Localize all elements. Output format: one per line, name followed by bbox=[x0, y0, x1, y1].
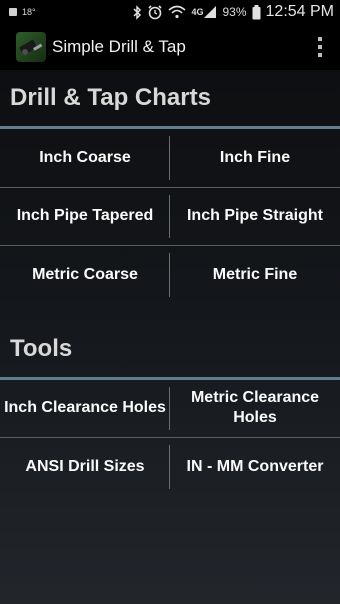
ansi-drill-sizes-button[interactable]: ANSI Drill Sizes bbox=[0, 438, 170, 496]
inch-clearance-holes-button[interactable]: Inch Clearance Holes bbox=[0, 380, 170, 438]
signal-icon: 4G bbox=[191, 4, 217, 20]
status-right: 4G 93% 12:54 PM bbox=[132, 3, 334, 21]
alarm-icon bbox=[147, 4, 163, 20]
metric-coarse-button[interactable]: Metric Coarse bbox=[0, 246, 170, 304]
charts-section-title: Drill & Tap Charts bbox=[10, 84, 211, 111]
metric-clearance-holes-button[interactable]: Metric Clearance Holes bbox=[170, 380, 340, 438]
status-left: 18° bbox=[8, 4, 36, 20]
menu-dot bbox=[318, 53, 322, 57]
battery-icon bbox=[252, 4, 261, 20]
menu-dot bbox=[318, 37, 322, 41]
inch-coarse-button[interactable]: Inch Coarse bbox=[0, 129, 170, 187]
charts-grid: Inch Coarse Inch Fine Inch Pipe Tapered … bbox=[0, 129, 340, 304]
action-bar: Simple Drill & Tap bbox=[0, 24, 340, 70]
wifi-icon bbox=[168, 4, 186, 20]
metric-fine-button[interactable]: Metric Fine bbox=[170, 246, 340, 304]
clock: 12:54 PM bbox=[265, 3, 334, 20]
menu-dot bbox=[318, 45, 322, 49]
inch-pipe-tapered-button[interactable]: Inch Pipe Tapered bbox=[0, 188, 170, 246]
app-title: Simple Drill & Tap bbox=[52, 37, 186, 56]
inch-fine-button[interactable]: Inch Fine bbox=[170, 129, 340, 187]
tools-section-title: Tools bbox=[10, 334, 73, 362]
bluetooth-icon bbox=[132, 4, 142, 20]
app-identity: Simple Drill & Tap bbox=[16, 32, 186, 62]
in-mm-converter-button[interactable]: IN - MM Converter bbox=[170, 438, 340, 496]
tools-grid: Inch Clearance Holes Metric Clearance Ho… bbox=[0, 380, 340, 496]
network-type-text: 4G bbox=[191, 7, 204, 17]
drill-app-icon bbox=[16, 32, 46, 62]
notification-app-icon bbox=[8, 4, 18, 20]
temperature-text: 18° bbox=[22, 7, 36, 17]
status-bar: 18° 4G 93% 12:54 PM bbox=[0, 0, 340, 24]
overflow-menu-icon[interactable] bbox=[312, 35, 328, 59]
inch-pipe-straight-button[interactable]: Inch Pipe Straight bbox=[170, 188, 340, 246]
battery-percent: 93% bbox=[222, 5, 247, 19]
